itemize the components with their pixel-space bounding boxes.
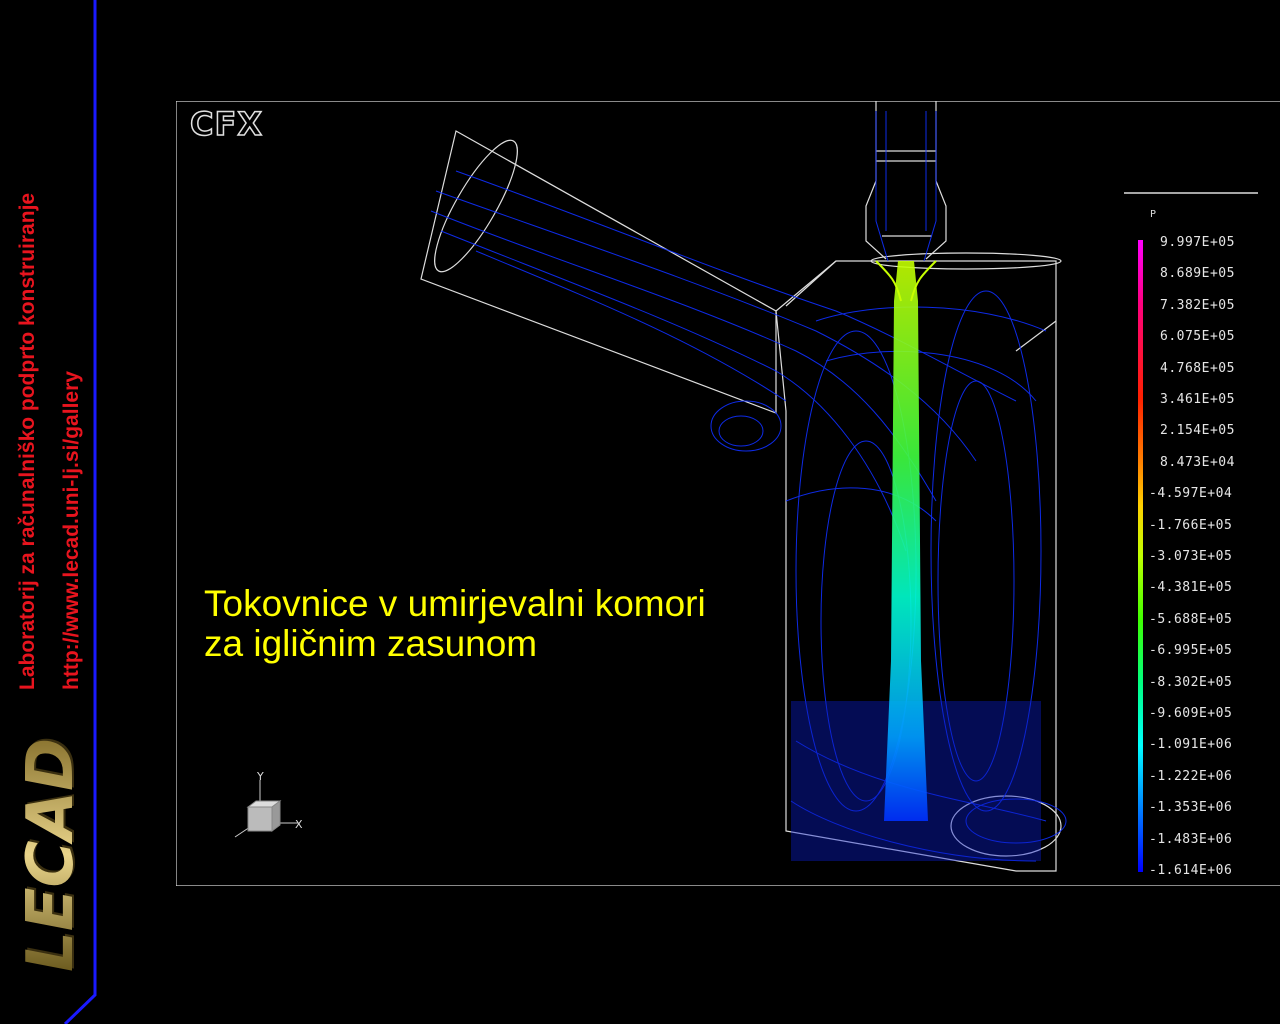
lecad-logo: LECAD LECAD	[14, 736, 90, 972]
slide: Laboratorij za računalniško podprto kons…	[0, 0, 1280, 1024]
legend-tick-label: 7.382E+05	[1160, 297, 1235, 313]
legend-tick-label: -4.597E+04	[1149, 486, 1233, 502]
axis-x-label: X	[295, 818, 303, 831]
legend-tick-label: 4.768E+05	[1160, 360, 1235, 376]
legend-tick-label: -9.609E+05	[1149, 706, 1233, 721]
axis-y-label: Y	[257, 770, 264, 783]
legend-tick-label: 2.154E+05	[1160, 423, 1235, 439]
figure-caption: Tokovnice v umirjevalni komori za igličn…	[204, 584, 706, 664]
jet-core	[884, 261, 928, 821]
legend-tick-label: 3.461E+05	[1160, 392, 1235, 407]
legend-tick-label: -8.302E+05	[1149, 674, 1233, 690]
legend-tick-label: 8.473E+04	[1160, 454, 1235, 470]
cfd-viewport	[176, 101, 1280, 886]
legend-tick-label: -6.995E+05	[1149, 643, 1233, 659]
caption-line-2: za igličnim zasunom	[204, 623, 538, 664]
legend-tick-label: -1.353E+06	[1149, 800, 1233, 816]
svg-text:LECAD: LECAD	[14, 738, 88, 972]
legend-tick-label: 9.997E+05	[1160, 235, 1235, 250]
streamlines	[430, 111, 1067, 862]
legend-tick-label: -5.688E+05	[1149, 611, 1233, 627]
legend-tick-label: -1.614E+06	[1149, 863, 1233, 878]
legend-tick-label: -1.483E+06	[1149, 831, 1233, 847]
legend-tick-label: -1.222E+06	[1149, 768, 1233, 784]
lab-url[interactable]: http://www.lecad.uni-lj.si/gallery	[60, 371, 84, 690]
legend-variable: P	[1150, 209, 1157, 220]
legend-tick-label: -3.073E+05	[1149, 549, 1233, 564]
legend-tick-label: -1.766E+05	[1149, 517, 1233, 533]
legend-tick-label: 6.075E+05	[1160, 329, 1235, 345]
legend-tick-label: -1.091E+06	[1149, 737, 1233, 753]
legend-tick-label: 8.689E+05	[1160, 266, 1235, 282]
legend-tick-label: -4.381E+05	[1149, 580, 1233, 596]
cfx-logo: CFX	[189, 104, 264, 144]
lab-name: Laboratorij za računalniško podprto kons…	[16, 192, 39, 690]
legend-colorbar	[1138, 240, 1143, 872]
caption-line-1: Tokovnice v umirjevalni komori	[204, 583, 706, 624]
axis-triad	[234, 780, 298, 838]
